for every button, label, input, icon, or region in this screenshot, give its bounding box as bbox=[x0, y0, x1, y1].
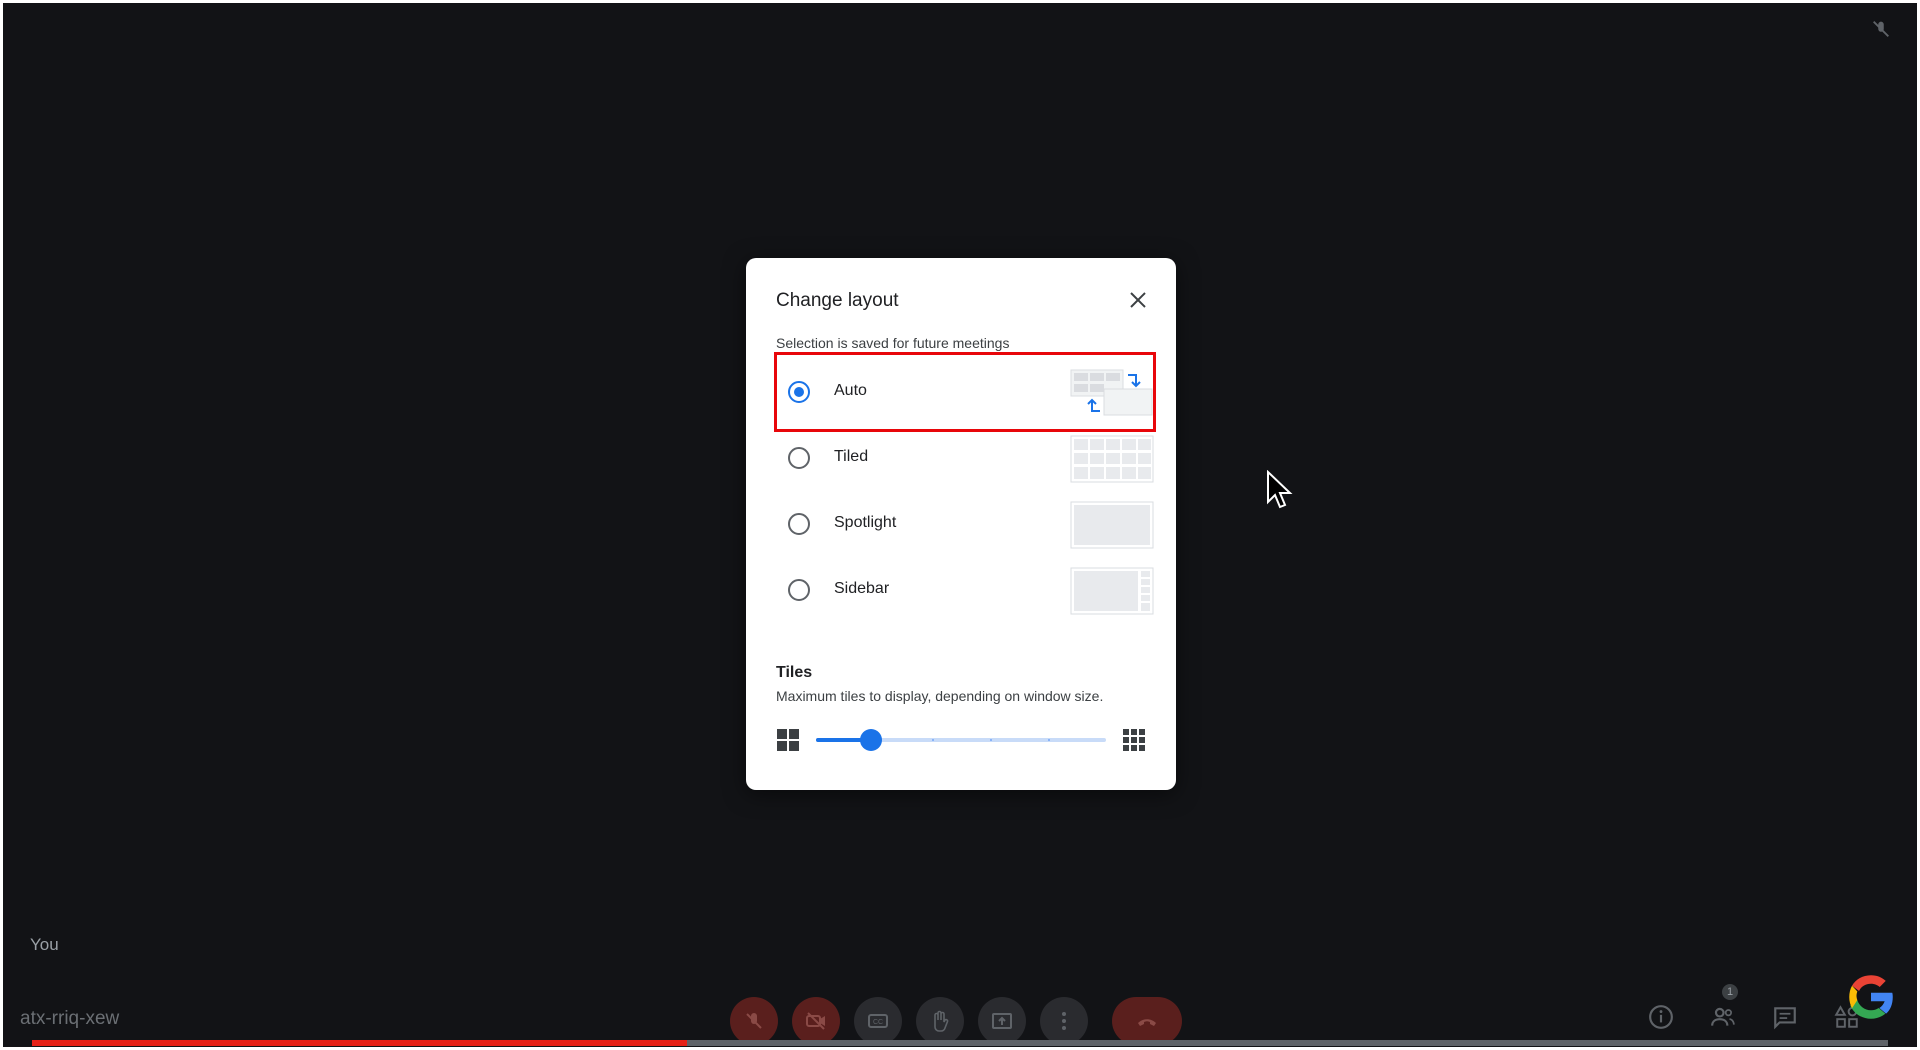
layout-option-spotlight[interactable]: Spotlight bbox=[772, 494, 1154, 554]
radio-sidebar[interactable] bbox=[788, 579, 810, 601]
more-icon bbox=[1062, 1012, 1066, 1030]
slider-track[interactable] bbox=[816, 729, 1106, 751]
close-icon bbox=[1130, 292, 1146, 308]
change-layout-dialog: Change layout Selection is saved for fut… bbox=[746, 258, 1176, 790]
spotlight-layout-thumbnail bbox=[1070, 501, 1154, 549]
end-call-icon bbox=[1138, 1019, 1156, 1026]
tiled-layout-thumbnail bbox=[1070, 435, 1154, 483]
present-icon bbox=[992, 1013, 1012, 1029]
google-logo bbox=[1849, 975, 1895, 1019]
sidebar-layout-thumbnail bbox=[1070, 567, 1154, 615]
close-button[interactable] bbox=[1124, 286, 1152, 314]
svg-text:CC: CC bbox=[873, 1019, 883, 1026]
grid-large-icon bbox=[1123, 729, 1145, 751]
option-label-sidebar: Sidebar bbox=[834, 580, 890, 597]
dialog-title: Change layout bbox=[776, 290, 899, 311]
camera-off-icon bbox=[806, 1012, 825, 1030]
meeting-tools: 1 bbox=[1648, 984, 1860, 1030]
present-button[interactable] bbox=[978, 997, 1026, 1045]
raise-hand-icon bbox=[934, 1010, 949, 1032]
people-count-badge: 1 bbox=[1722, 984, 1738, 1000]
option-label-tiled: Tiled bbox=[834, 448, 869, 465]
meeting-code: atx-rriq-xew bbox=[20, 1008, 120, 1029]
chat-icon bbox=[1774, 1007, 1796, 1030]
call-controls: CC bbox=[730, 997, 1182, 1045]
layout-option-tiled[interactable]: Tiled bbox=[772, 428, 1154, 488]
mic-toggle-button[interactable] bbox=[730, 997, 778, 1045]
slider-tick bbox=[990, 739, 992, 741]
captions-icon: CC bbox=[868, 1014, 888, 1028]
option-label-spotlight: Spotlight bbox=[834, 514, 897, 531]
captions-button[interactable]: CC bbox=[854, 997, 902, 1045]
camera-toggle-button[interactable] bbox=[792, 997, 840, 1045]
tiles-description: Maximum tiles to display, depending on w… bbox=[776, 688, 1104, 704]
dialog-subtitle: Selection is saved for future meetings bbox=[776, 335, 1010, 351]
selection-highlight-box bbox=[774, 352, 1156, 432]
tiles-title: Tiles bbox=[776, 664, 813, 681]
radio-tiled[interactable] bbox=[788, 447, 810, 469]
people-button[interactable]: 1 bbox=[1710, 984, 1738, 1030]
slider-tick bbox=[1048, 739, 1050, 741]
video-progress-fill bbox=[32, 1040, 688, 1046]
mic-off-icon bbox=[746, 1013, 762, 1029]
info-icon bbox=[1649, 1005, 1673, 1029]
layout-option-sidebar[interactable]: Sidebar bbox=[772, 560, 1154, 620]
mic-off-icon bbox=[1873, 21, 1889, 37]
more-options-button[interactable] bbox=[1040, 997, 1088, 1045]
video-progress-bar[interactable] bbox=[32, 1040, 1888, 1046]
tiles-slider[interactable] bbox=[776, 724, 1146, 754]
slider-knob[interactable] bbox=[860, 729, 883, 751]
people-icon bbox=[1711, 1007, 1735, 1026]
end-call-button[interactable] bbox=[1112, 997, 1182, 1045]
radio-spotlight[interactable] bbox=[788, 513, 810, 535]
mouse-cursor-icon bbox=[1267, 470, 1293, 509]
raise-hand-button[interactable] bbox=[916, 997, 964, 1045]
slider-tick bbox=[932, 739, 934, 741]
self-tile-label: You bbox=[30, 935, 59, 954]
grid-small-icon bbox=[777, 729, 799, 751]
meeting-details-button[interactable] bbox=[1648, 1004, 1674, 1030]
chat-button[interactable] bbox=[1772, 1004, 1798, 1030]
